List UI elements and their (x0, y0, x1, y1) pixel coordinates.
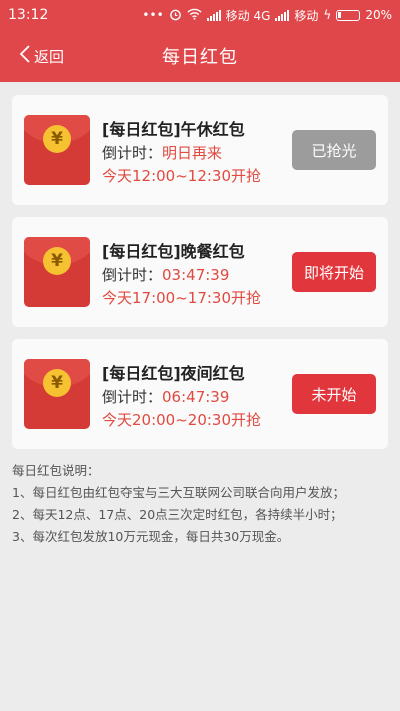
red-envelope-icon: ¥ (24, 237, 90, 307)
wifi-icon (187, 8, 202, 22)
status-icons: ••• 移动 4G 移动 ϟ 20% (142, 7, 392, 24)
yen-coin-icon: ¥ (43, 247, 71, 275)
status-time: 13:12 (8, 7, 49, 23)
red-envelope-icon: ¥ (24, 115, 90, 185)
packet-title: [每日红包]午休红包 (102, 120, 245, 139)
chevron-left-icon (18, 45, 32, 67)
packet-card-night: ¥ [每日红包]夜间红包 倒计时：06:47:39 今天20:00~20:30开… (12, 339, 388, 449)
rules-notes: 每日红包说明： 1、每日红包由红包夺宝与三大互联网公司联合向用户发放； 2、每天… (12, 460, 392, 548)
sold-out-button[interactable]: 已抢光 (292, 130, 376, 170)
nav-bar: 返回 每日红包 (0, 30, 400, 82)
signal-icon (206, 9, 221, 21)
packet-countdown: 倒计时：03:47:39 (102, 266, 230, 284)
packet-time-window: 今天17:00~17:30开抢 (102, 289, 262, 307)
packet-time-window: 今天12:00~12:30开抢 (102, 167, 262, 185)
not-started-button[interactable]: 未开始 (292, 374, 376, 414)
charging-icon: ϟ (323, 8, 332, 22)
notes-line: 2、每天12点、17点、20点三次定时红包，各持续半小时； (12, 507, 343, 522)
back-label: 返回 (34, 47, 65, 66)
battery-icon (336, 9, 361, 21)
yen-coin-icon: ¥ (43, 125, 71, 153)
packet-card-dinner: ¥ [每日红包]晚餐红包 倒计时：03:47:39 今天17:00~17:30开… (12, 217, 388, 327)
page-title: 每日红包 (162, 47, 238, 68)
carrier-2: 移动 (294, 8, 319, 23)
packet-countdown: 倒计时：06:47:39 (102, 388, 230, 406)
status-bar: 13:12 ••• 移动 4G 移动 ϟ 20% (0, 0, 400, 30)
signal-icon (275, 9, 290, 21)
battery-level: 20% (365, 8, 392, 22)
packet-title: [每日红包]晚餐红包 (102, 242, 245, 261)
packet-countdown: 倒计时：明日再来 (102, 144, 223, 162)
packet-time-window: 今天20:00~20:30开抢 (102, 411, 262, 429)
carrier-1: 移动 4G (225, 8, 271, 23)
notes-line: 3、每次红包发放10万元现金，每日共30万现金。 (12, 529, 290, 544)
dots-icon: ••• (142, 8, 164, 22)
yen-coin-icon: ¥ (43, 369, 71, 397)
red-envelope-icon: ¥ (24, 359, 90, 429)
starting-soon-button[interactable]: 即将开始 (292, 252, 376, 292)
notes-line: 1、每日红包由红包夺宝与三大互联网公司联合向用户发放； (12, 485, 345, 500)
notes-heading: 每日红包说明： (12, 463, 100, 478)
alarm-icon (169, 8, 182, 23)
packet-card-lunch: ¥ [每日红包]午休红包 倒计时：明日再来 今天12:00~12:30开抢 已抢… (12, 95, 388, 205)
back-button[interactable]: 返回 (18, 30, 64, 82)
packet-title: [每日红包]夜间红包 (102, 364, 245, 383)
